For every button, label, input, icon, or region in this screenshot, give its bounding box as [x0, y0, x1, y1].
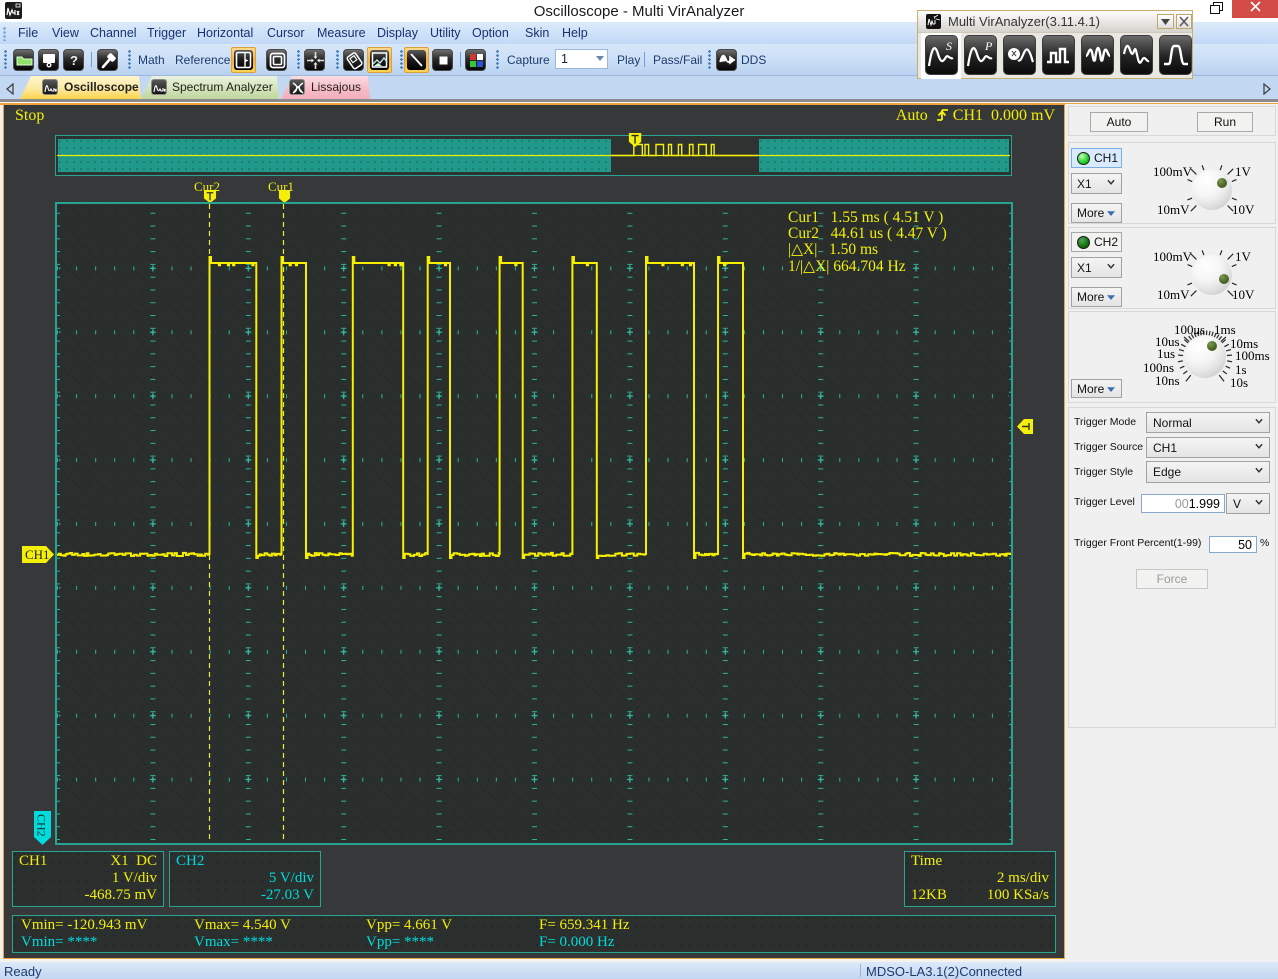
svg-text:?: ?: [70, 53, 78, 68]
svg-text:P: P: [984, 39, 993, 53]
svg-text:CH2: CH2: [35, 814, 49, 837]
svg-text:CH1: CH1: [25, 547, 50, 562]
svg-text:S: S: [946, 39, 952, 53]
